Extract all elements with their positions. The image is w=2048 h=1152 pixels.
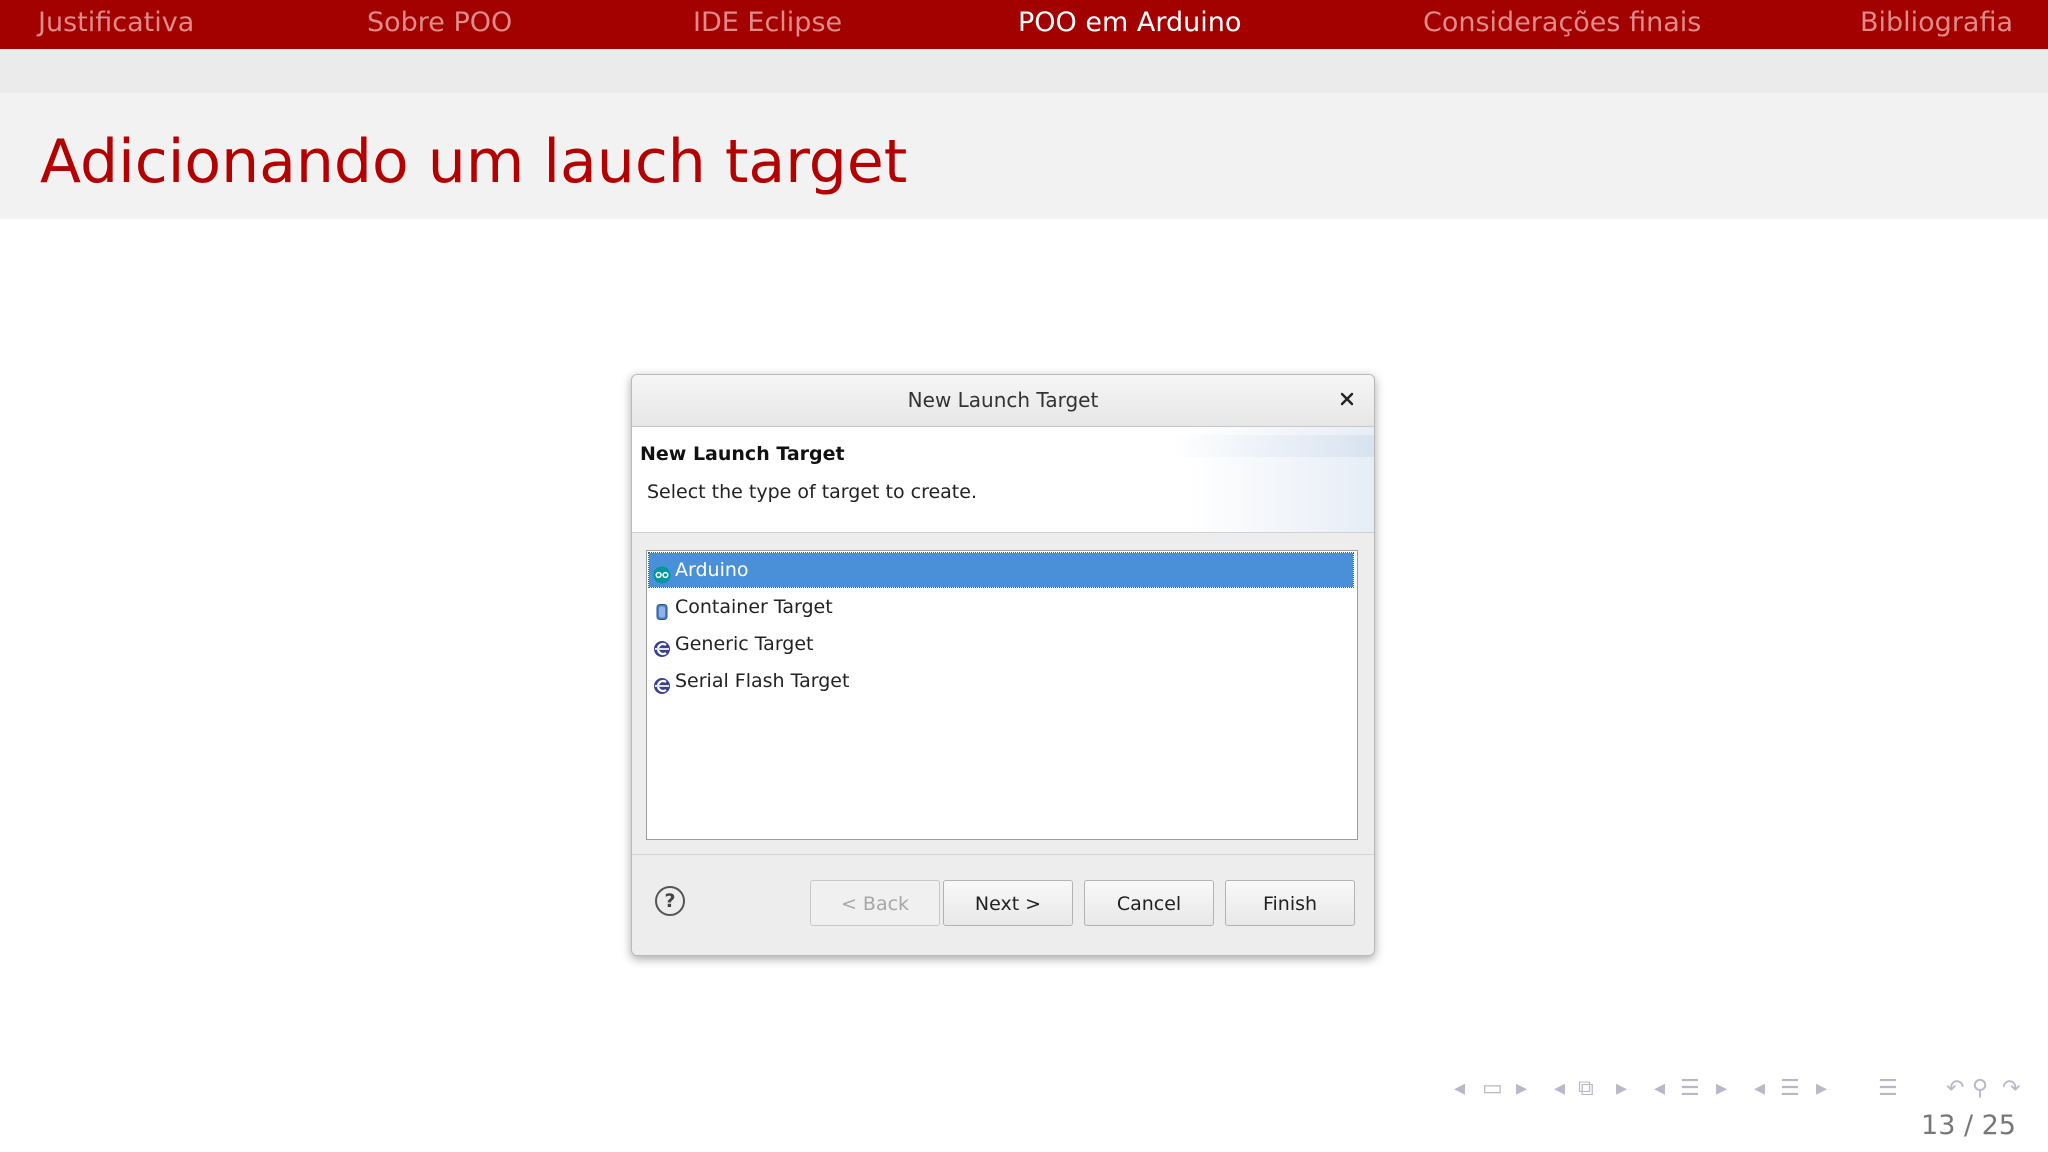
subsection-next-icon[interactable]: ▸ [1616, 1076, 1627, 1101]
nav-item-sobre-poo[interactable]: Sobre POO [367, 4, 512, 42]
section-prev-icon[interactable]: ◂ [1654, 1076, 1665, 1101]
header-banner-graphic [1174, 435, 1374, 457]
outline-icon[interactable]: ☰ [1878, 1076, 1898, 1101]
section-next-icon[interactable]: ▸ [1716, 1076, 1727, 1101]
arduino-icon [653, 561, 671, 584]
button-bar-separator [632, 854, 1374, 855]
target-type-list[interactable]: Arduino Container Target Generic Target [646, 550, 1358, 840]
list-item-label: Serial Flash Target [675, 670, 850, 692]
list-item-container-target[interactable]: Container Target [649, 590, 1353, 624]
help-icon[interactable]: ? [655, 886, 685, 916]
list-item-label: Container Target [675, 596, 833, 618]
document-icon[interactable]: ☰ [1780, 1076, 1800, 1101]
back-button[interactable]: < Back [810, 880, 940, 926]
page-number: 13 / 25 [1921, 1110, 2016, 1141]
frame-icon[interactable]: ▭ [1482, 1076, 1503, 1101]
nav-item-ide-eclipse[interactable]: IDE Eclipse [693, 4, 842, 42]
wizard-header: New Launch Target Select the type of tar… [632, 427, 1374, 533]
forward-icon[interactable]: ↷ [2002, 1076, 2020, 1101]
subsection-icon[interactable]: ⧉ [1578, 1076, 1594, 1101]
nav-item-consideracoes-finais[interactable]: Considerações finais [1423, 4, 1701, 42]
eclipse-cdt-icon [653, 635, 671, 657]
frame-prev-icon[interactable]: ◂ [1454, 1076, 1465, 1101]
list-item-label: Arduino [675, 559, 749, 581]
wizard-description: Select the type of target to create. [647, 481, 977, 503]
subsection-bar [0, 49, 2048, 93]
beamer-navigation-symbols: ◂ ▭ ▸ ◂ ⧉ ▸ ◂ ☰ ▸ ◂ ☰ ▸ ☰ ↶ ⚲ ↷ [1450, 1076, 2030, 1106]
nav-item-bibliografia[interactable]: Bibliografia [1860, 4, 2013, 42]
back-icon[interactable]: ↶ [1946, 1076, 1964, 1101]
nav-item-justificativa[interactable]: Justificativa [38, 4, 194, 42]
slide-title: Adicionando um lauch target [40, 127, 908, 197]
finish-button[interactable]: Finish [1225, 880, 1355, 926]
eclipse-cdt-icon [653, 672, 671, 694]
container-icon [653, 598, 671, 620]
new-launch-target-dialog: New Launch Target New Launch Target Sele… [631, 374, 1375, 956]
nav-item-poo-em-arduino[interactable]: POO em Arduino [1018, 4, 1241, 42]
section-navigation-bar: Justificativa Sobre POO IDE Eclipse POO … [0, 0, 2048, 49]
list-item-arduino[interactable]: Arduino [648, 552, 1354, 588]
next-button[interactable]: Next > [943, 880, 1073, 926]
document-next-icon[interactable]: ▸ [1816, 1076, 1827, 1101]
frame-next-icon[interactable]: ▸ [1516, 1076, 1527, 1101]
cancel-button[interactable]: Cancel [1084, 880, 1214, 926]
search-icon[interactable]: ⚲ [1972, 1076, 1988, 1101]
close-icon[interactable] [1334, 385, 1360, 413]
list-item-generic-target[interactable]: Generic Target [649, 627, 1353, 661]
document-prev-icon[interactable]: ◂ [1754, 1076, 1765, 1101]
dialog-title: New Launch Target [907, 388, 1099, 412]
wizard-heading: New Launch Target [640, 443, 845, 465]
list-item-label: Generic Target [675, 633, 814, 655]
dialog-titlebar: New Launch Target [632, 375, 1374, 427]
subsection-prev-icon[interactable]: ◂ [1554, 1076, 1565, 1101]
list-item-serial-flash-target[interactable]: Serial Flash Target [649, 664, 1353, 698]
section-icon[interactable]: ☰ [1680, 1076, 1700, 1101]
